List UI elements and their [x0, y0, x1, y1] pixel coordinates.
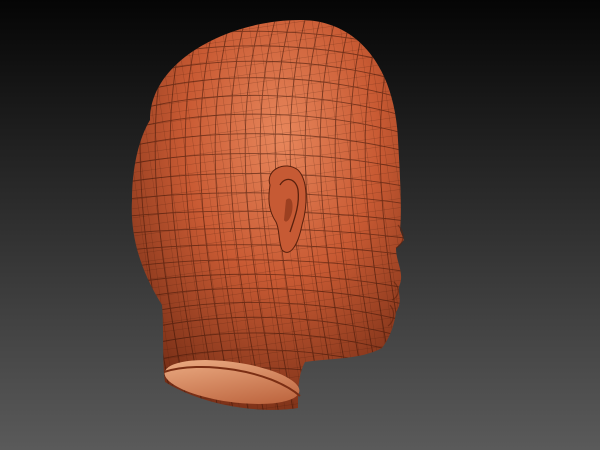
3d-viewport[interactable]: [0, 0, 600, 450]
viewport-canvas[interactable]: [0, 0, 600, 450]
